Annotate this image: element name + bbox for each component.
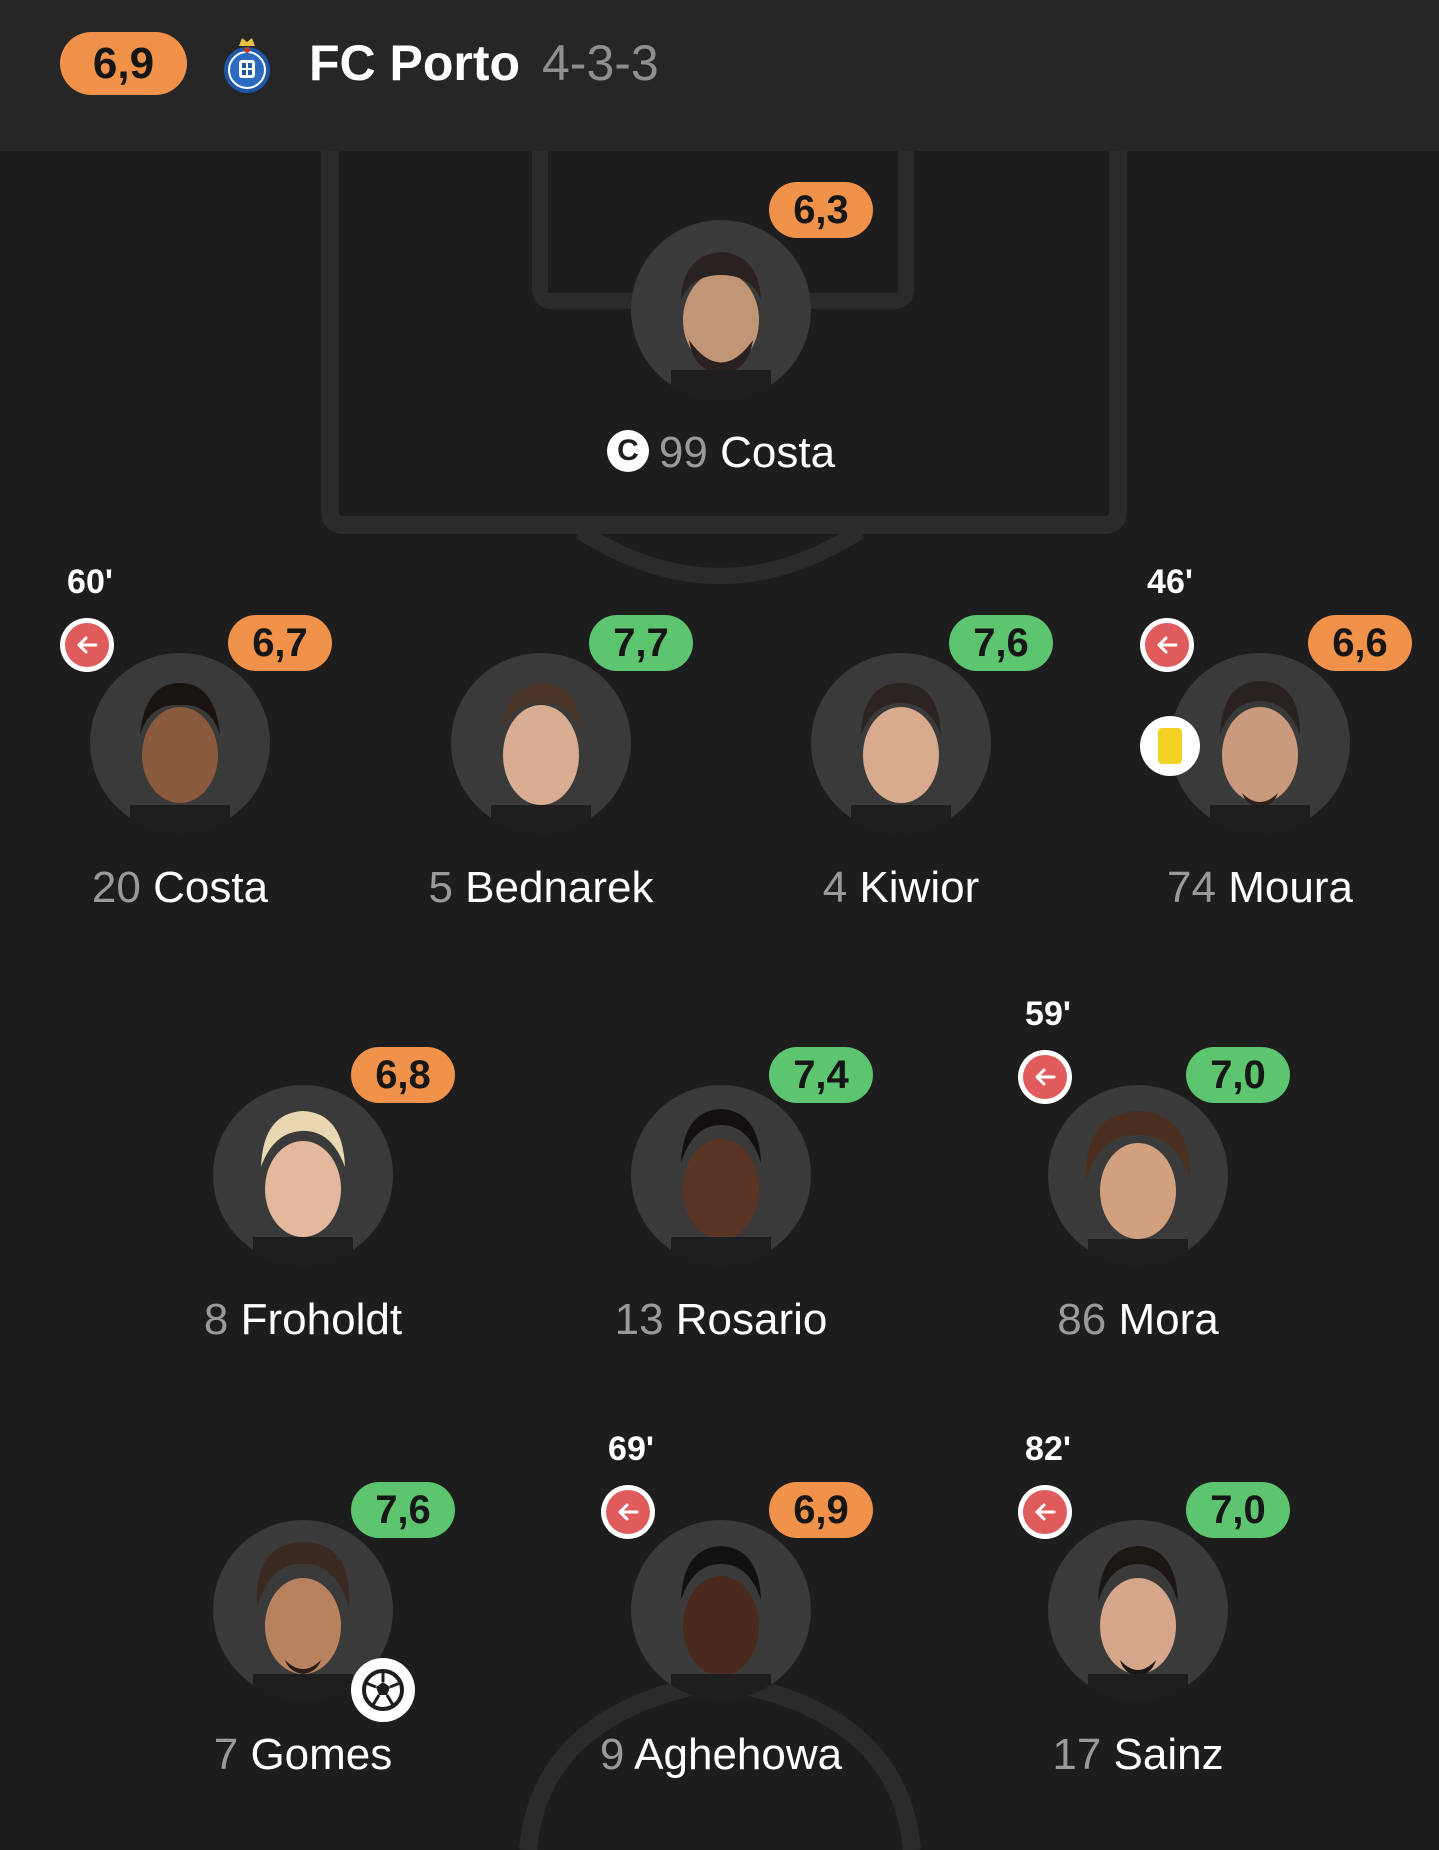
team-name: FC Porto [309,35,521,91]
player-name: 86 Mora [938,1295,1338,1345]
player-number: 17 [1052,1730,1102,1779]
sub-minute: 60' [67,563,113,601]
player-rating: 7,4 [769,1047,873,1103]
player-surname: Aghehowa [634,1730,843,1779]
formation: 4-3-3 [542,35,659,91]
player-name: 17 Sainz [938,1730,1338,1780]
sub-minute: 46' [1147,563,1193,601]
player-number: 8 [203,1295,229,1344]
player-avatar [631,1520,811,1700]
substitution-out-icon [1018,1485,1072,1539]
player-rating: 6,7 [228,615,332,671]
player-surname: Sainz [1113,1730,1224,1779]
player-rating: 6,6 [1308,615,1412,671]
player-surname: Gomes [250,1730,393,1779]
player-number: 74 [1167,863,1216,912]
player-surname: Rosario [675,1295,828,1344]
player-number: 9 [599,1730,625,1779]
player-surname: Moura [1228,863,1353,912]
player-avatar [1048,1085,1228,1265]
sub-minute: 69' [608,1430,654,1468]
substitution-out-icon [1018,1050,1072,1104]
team-rating-badge: 6,9 [60,32,187,95]
player-rating: 6,9 [769,1482,873,1538]
player-rating: 7,6 [351,1482,455,1538]
player-rating: 7,0 [1186,1047,1290,1103]
player-rating: 6,8 [351,1047,455,1103]
player-surname: Froholdt [240,1295,403,1344]
substitution-out-icon [601,1485,655,1539]
player-number: 4 [822,863,848,912]
player-number: 5 [428,863,453,912]
player-name: 5 Bednarek [341,863,741,913]
yellow-card-icon [1140,716,1200,776]
fc-porto-crest-icon [222,30,272,96]
player-avatar [631,1085,811,1265]
player-name: 4 Kiwior [701,863,1101,913]
player-avatar [1048,1520,1228,1700]
sub-minute: 82' [1025,1430,1071,1468]
player-name: 20 Costa [0,863,380,913]
player-name: 8 Froholdt [103,1295,503,1345]
player-surname: Costa [153,863,269,912]
player-avatar [811,653,991,833]
player-number: 13 [614,1295,664,1344]
captain-icon: C [606,430,649,473]
substitution-out-icon [1140,618,1194,672]
player-rating: 7,0 [1186,1482,1290,1538]
team-header: 6,9 FC Porto 4-3-3 [0,0,1439,151]
player-rating: 6,3 [769,182,873,238]
player-avatar [631,220,811,400]
player-number: 99 [658,428,708,477]
player-name: 13 Rosario [521,1295,921,1345]
player-rating: 7,6 [949,615,1053,671]
player-name: 74 Moura [1060,863,1439,913]
player-surname: Kiwior [859,863,980,912]
sub-minute: 59' [1025,995,1071,1033]
player-surname: Bednarek [465,863,654,912]
player-rating: 7,7 [589,615,693,671]
substitution-out-icon [60,618,114,672]
player-name: 9 Aghehowa [521,1730,921,1780]
player-name: 7 Gomes [103,1730,503,1780]
player-surname: Costa [720,428,836,477]
player-avatar [451,653,631,833]
player-number: 7 [213,1730,239,1779]
player-name: C 99 Costa [521,428,921,478]
player-number: 86 [1057,1295,1107,1344]
player-number: 20 [91,863,141,912]
player-avatar [213,1085,393,1265]
player-avatar [90,653,270,833]
goal-ball-icon [351,1658,415,1722]
player-surname: Mora [1118,1295,1219,1344]
